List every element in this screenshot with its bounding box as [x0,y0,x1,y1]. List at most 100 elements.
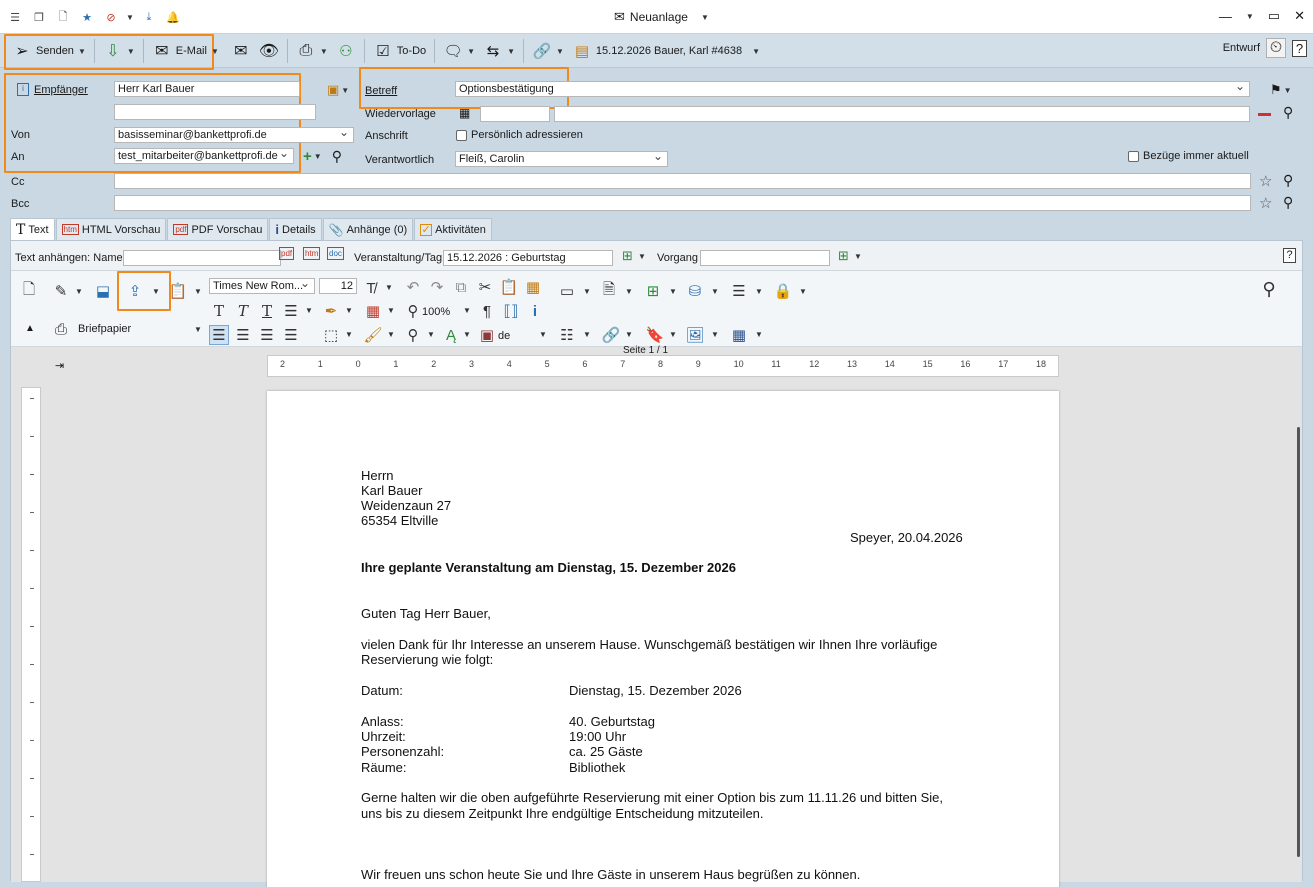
tab-pdf-vorschau[interactable]: pdf PDF Vorschau [167,218,269,240]
new-doc-icon[interactable]: 🗋 [19,281,39,301]
empfaenger-field[interactable]: Herr Karl Bauer [114,81,300,97]
insert-frame-icon[interactable]: ⊞ [643,281,663,301]
chevron-down-icon[interactable]: ▼ [1246,12,1254,21]
remove-icon[interactable] [1258,113,1271,116]
wiedervorlage-note-field[interactable] [554,106,1250,122]
letterhead-icon[interactable]: ⎙ [51,319,71,339]
chevron-down-icon[interactable]: ▼ [427,330,435,339]
clock-doc-icon[interactable]: ⏲ [1266,38,1286,58]
chevron-down-icon[interactable]: ▼ [127,47,135,56]
chevron-down-icon[interactable]: ▼ [387,330,395,339]
help-icon[interactable]: ? [1283,248,1296,263]
database-icon[interactable]: ⛁ [685,281,705,301]
chevron-down-icon[interactable]: ▼ [345,330,353,339]
favorites-icon[interactable]: ★ [78,8,96,26]
vertical-scrollbar[interactable] [1297,427,1300,857]
chevron-down-icon[interactable]: ▼ [583,330,591,339]
doc-icon[interactable]: doc [327,247,344,260]
tab-aktivitaeten[interactable]: ✓ Aktivitäten [414,218,492,240]
empfaenger-second-field[interactable] [114,104,316,120]
chevron-down-icon[interactable]: ▼ [385,283,393,292]
pdf-icon[interactable]: pdf [279,247,295,260]
italic-icon[interactable]: T [233,301,253,321]
todo-button[interactable]: ☑ To-Do [369,38,430,64]
tab-html-vorschau[interactable]: htm HTML Vorschau [55,218,167,240]
chevron-down-icon[interactable]: ▼ [345,306,353,315]
bezuege-checkbox[interactable] [1128,150,1139,162]
chevron-down-icon[interactable]: ▼ [755,287,763,296]
align-right-icon[interactable]: ☰ [257,325,277,345]
calendar-icon[interactable]: ▦ [459,106,470,120]
chevron-down-icon[interactable]: ▼ [387,306,395,315]
chevron-down-icon[interactable]: ▼ [320,47,328,56]
betreff-label[interactable]: Betreff [365,85,397,97]
chevron-down-icon[interactable]: ▼ [539,330,547,339]
document-page[interactable]: Herrn Karl Bauer Weidenzaun 27 65354 Elt… [267,391,1059,887]
recent-docs-icon[interactable]: 🗋 [54,8,72,26]
add-grid-icon[interactable]: ⊞ [622,248,633,264]
chevron-down-icon[interactable]: ▼ [752,47,760,56]
vertical-ruler[interactable] [21,387,41,882]
language-value[interactable]: de [498,330,510,342]
chevron-down-icon[interactable]: ▼ [1284,86,1292,95]
page-setup-icon[interactable]: 🗎 [599,281,619,301]
font-select[interactable]: Times New Rom... [209,278,315,294]
insert-table-icon[interactable]: ▦ [729,325,749,345]
chevron-down-icon[interactable]: ▼ [305,306,313,315]
bookmark-icon[interactable]: 🔖 [645,325,665,345]
chevron-down-icon[interactable]: ▼ [463,306,471,315]
link-button[interactable]: 🔗 ▼ [528,38,568,64]
attach-name-field[interactable] [123,250,281,266]
contacts-button[interactable]: ⚇ [332,38,360,64]
zoom-icon[interactable]: ⚲ [403,301,423,321]
border-icon[interactable]: ⬚ [321,325,341,345]
verantwortlich-select[interactable]: Fleiß, Carolin [455,151,668,167]
chevron-down-icon[interactable]: ▼ [152,287,160,296]
chevron-down-icon[interactable]: ▼ [701,13,709,22]
chevron-down-icon[interactable]: ▼ [78,47,86,56]
notebook-icon[interactable]: ▣ [327,82,339,98]
align-center-icon[interactable]: ☰ [233,325,253,345]
language-book-icon[interactable]: ▣ [477,325,497,345]
chevron-down-icon[interactable]: ▼ [556,47,564,56]
chevron-down-icon[interactable]: ▼ [625,330,633,339]
chevron-down-icon[interactable]: ▼ [126,13,134,22]
an-select[interactable]: test_mitarbeiter@bankettprofi.de [114,148,294,164]
vorgang-button[interactable]: ▤ 15.12.2026 Bauer, Karl #4638 ▼ [568,38,764,64]
zoom-search-icon[interactable]: ⚲ [1259,279,1279,299]
add-grid-icon[interactable]: ⊞ [838,248,849,264]
bold-icon[interactable]: T [209,301,229,321]
insert-field-icon[interactable]: ⬓ [93,281,113,301]
bell-icon[interactable]: 🔔 [164,8,182,26]
table-icon[interactable]: ☰ [729,281,749,301]
flag-icon[interactable]: ⚑ [1270,82,1282,98]
betreff-field[interactable]: Optionsbestätigung [455,81,1250,97]
undo-icon[interactable]: ↶ [403,277,423,297]
empfaenger-label[interactable]: Empfänger [34,84,88,96]
field-brackets-icon[interactable]: ⟦⟧ [501,301,521,321]
send-button[interactable]: ➢ Senden ▼ [8,38,90,64]
paste-icon[interactable]: 📋 [499,277,519,297]
search-icon[interactable]: ⚲ [1283,194,1293,211]
line-spacing-icon[interactable]: ☰ [281,301,301,321]
compass-icon[interactable]: ⊘ [102,8,120,26]
hamburger-menu-icon[interactable]: ☰ [6,8,24,26]
minimize-icon[interactable]: — [1219,9,1232,24]
chevron-down-icon[interactable]: ▼ [211,47,219,56]
search-icon[interactable]: ⚲ [1283,104,1293,121]
tab-stop-icon[interactable]: ⇥ [55,359,64,372]
lock-icon[interactable]: 🔒 [773,281,793,301]
preview-button[interactable]: 👁 [255,38,283,64]
font-size-field[interactable]: 12 [319,278,357,294]
chevron-down-icon[interactable]: ▼ [625,287,633,296]
save-button[interactable]: ⇩ ▼ [99,38,139,64]
chevron-down-icon[interactable]: ▼ [854,252,862,261]
chevron-down-icon[interactable]: ▼ [669,287,677,296]
edit-doc-icon[interactable]: ✎ [51,281,71,301]
chevron-down-icon[interactable]: ▼ [755,330,763,339]
briefpapier-label[interactable]: Briefpapier [78,323,131,335]
wiedervorlage-date-field[interactable] [480,106,550,122]
chevron-down-icon[interactable]: ▼ [463,330,471,339]
tab-details[interactable]: i Details [269,218,322,240]
chevron-down-icon[interactable]: ▼ [507,47,515,56]
